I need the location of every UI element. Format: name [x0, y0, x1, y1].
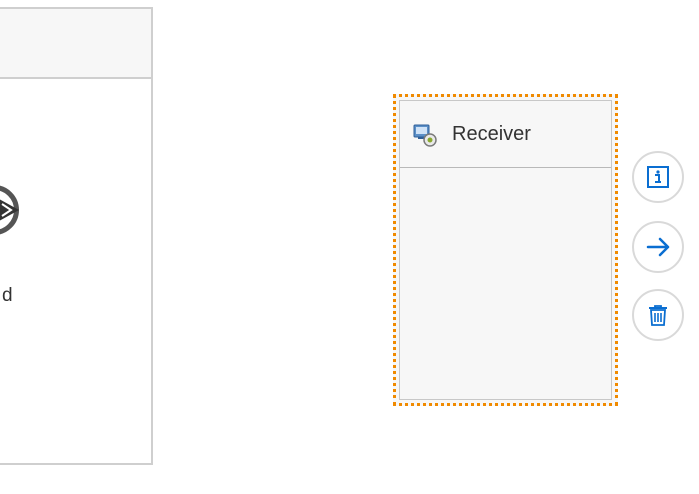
- integration-process-pool[interactable]: d: [0, 7, 153, 465]
- trash-icon: [649, 305, 667, 326]
- receiver-title: Receiver: [452, 123, 531, 145]
- pool-header: [0, 9, 151, 79]
- integration-flow-canvas[interactable]: d Receiver: [0, 0, 699, 494]
- info-button[interactable]: [632, 151, 684, 203]
- receiver-header: Receiver: [400, 101, 611, 168]
- end-event[interactable]: [0, 185, 19, 235]
- info-icon: [647, 166, 669, 188]
- receiver-system-icon: [413, 123, 437, 147]
- connect-button[interactable]: [632, 221, 684, 273]
- end-message-icon: [0, 199, 19, 221]
- receiver-participant[interactable]: Receiver: [393, 94, 618, 406]
- delete-button[interactable]: [632, 289, 684, 341]
- receiver-body: Receiver: [399, 100, 612, 400]
- arrow-right-icon: [646, 237, 670, 257]
- end-event-label: d: [2, 285, 13, 306]
